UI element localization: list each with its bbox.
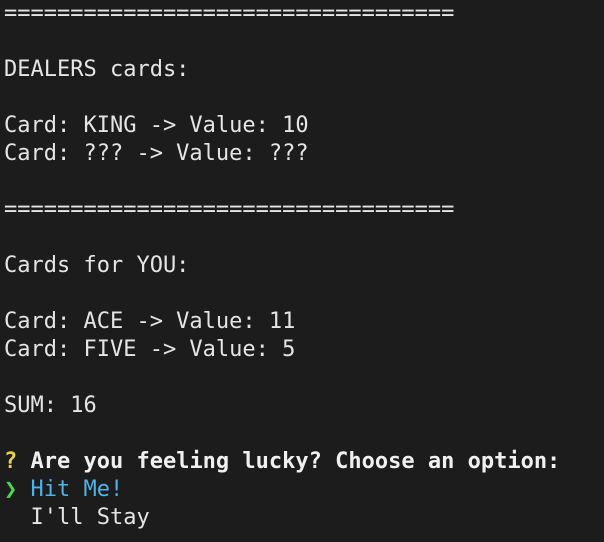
dealer-heading: DEALERS cards:: [4, 57, 190, 82]
prompt-question: Are you feeling lucky? Choose an option:: [30, 449, 561, 474]
player-card-2: Card: FIVE -> Value: 5: [4, 337, 296, 362]
option-hit-me[interactable]: ❯ Hit Me!: [4, 476, 604, 504]
pointer-icon: ❯: [4, 477, 18, 502]
player-card-1: Card: ACE -> Value: 11: [4, 309, 296, 334]
player-heading: Cards for YOU:: [4, 253, 190, 278]
separator-middle: ==================================: [4, 197, 455, 222]
option-label-hit-me: Hit Me!: [30, 477, 124, 502]
dealer-card-2: Card: ??? -> Value: ???: [4, 141, 309, 166]
option-stay[interactable]: I'll Stay: [4, 504, 604, 532]
separator-top: ==================================: [4, 1, 455, 26]
question-mark-icon: ?: [4, 449, 18, 474]
player-sum: SUM: 16: [4, 393, 97, 418]
terminal-window: ================================== DEALE…: [0, 0, 604, 542]
prompt-line: ? Are you feeling lucky? Choose an optio…: [4, 448, 604, 476]
option-label-stay: I'll Stay: [30, 505, 150, 530]
dealer-card-1: Card: KING -> Value: 10: [4, 113, 309, 138]
